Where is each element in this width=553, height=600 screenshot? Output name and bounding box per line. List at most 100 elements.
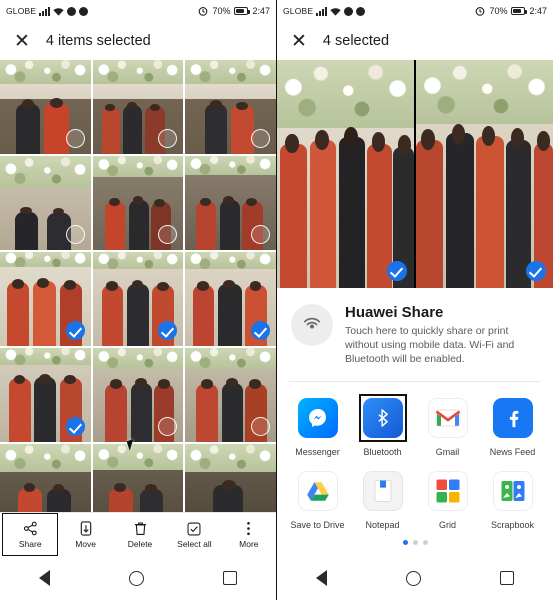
toolbar-more-button[interactable]: More <box>222 513 276 556</box>
close-icon[interactable]: ✕ <box>14 32 30 51</box>
preview-photo-1[interactable] <box>277 60 414 288</box>
share-target-bluetooth[interactable]: Bluetooth <box>350 393 415 457</box>
toolbar-share-button[interactable]: Share <box>2 513 59 556</box>
photo-thumbnail[interactable] <box>185 252 276 346</box>
wifi-icon <box>330 7 341 16</box>
pagination-dot[interactable] <box>402 539 408 545</box>
google-drive-icon <box>297 470 338 511</box>
share-target-label: News Feed <box>489 446 536 457</box>
share-target-messenger[interactable]: Messenger <box>285 394 350 457</box>
share-target-news-feed[interactable]: News Feed <box>480 394 545 457</box>
more-vertical-icon <box>246 521 251 537</box>
android-nav-bar-left[interactable] <box>0 556 276 600</box>
photo-thumbnail[interactable] <box>185 348 276 442</box>
selection-action-bar-right: ✕ 4 selected <box>277 22 553 60</box>
share-target-save-to-drive[interactable]: Save to Drive <box>285 467 350 530</box>
messenger-icon <box>297 397 338 438</box>
selection-checkbox[interactable] <box>250 225 270 244</box>
sync-icon <box>67 6 77 16</box>
back-icon[interactable] <box>39 570 51 586</box>
left-screen: GLOBE 70% 2:47 ✕ 4 items selected Share … <box>0 0 276 600</box>
toolbar-move-button[interactable]: Move <box>58 513 112 556</box>
carrier-label: GLOBE <box>6 6 37 16</box>
pagination-dot[interactable] <box>422 539 428 545</box>
toolbar-more-label: More <box>239 538 259 549</box>
photo-thumbnail[interactable] <box>185 156 276 250</box>
toolbar-share-label: Share <box>18 538 42 549</box>
share-target-scrapbook[interactable]: Scrapbook <box>480 467 545 530</box>
toolbar-delete-label: Delete <box>127 538 153 549</box>
share-sheet: Huawei Share Touch here to quickly share… <box>277 288 553 600</box>
notepad-icon <box>362 470 403 511</box>
right-screen: GLOBE 70% 2:47 ✕ 4 selected Huawei Share… <box>276 0 553 600</box>
phone-screenshot-pair: GLOBE 70% 2:47 ✕ 4 items selected Share … <box>0 0 553 600</box>
gmail-icon <box>427 397 468 438</box>
close-icon[interactable]: ✕ <box>291 32 307 51</box>
move-icon <box>80 521 92 537</box>
battery-percent-label: 70% <box>212 6 231 16</box>
photo-thumbnail[interactable] <box>92 348 184 442</box>
select-all-icon <box>187 521 201 537</box>
selection-checkbox[interactable] <box>250 129 270 148</box>
share-target-notepad[interactable]: Notepad <box>350 467 415 530</box>
pagination-dot[interactable] <box>412 539 418 545</box>
android-nav-bar-right[interactable] <box>277 556 553 600</box>
selection-count-title: 4 selected <box>322 33 390 49</box>
bluetooth-icon <box>362 397 403 438</box>
huawei-share-title: Huawei Share <box>345 304 444 321</box>
share-target-gmail[interactable]: Gmail <box>415 394 480 457</box>
selection-checkbox[interactable] <box>65 321 85 340</box>
preview-photo-2[interactable] <box>416 60 553 288</box>
share-icon <box>23 521 38 537</box>
status-bar-left: GLOBE 70% 2:47 <box>0 0 276 22</box>
photo-thumbnail[interactable] <box>185 60 276 154</box>
photo-image <box>416 60 553 288</box>
sync-icon <box>344 6 354 16</box>
share-target-label: Scrapbook <box>490 519 535 530</box>
selection-checkbox[interactable] <box>65 417 85 436</box>
photo-thumbnail[interactable] <box>0 60 91 154</box>
wifi-icon <box>53 7 64 16</box>
alarm-icon <box>476 7 485 16</box>
huawei-share-description: Touch here to quickly share or print wit… <box>345 325 515 366</box>
selected-photos-preview[interactable] <box>277 60 553 288</box>
selection-checkbox[interactable] <box>65 225 85 244</box>
recents-icon[interactable] <box>222 571 237 585</box>
facebook-icon <box>492 397 533 438</box>
share-target-label: Bluetooth <box>363 446 402 457</box>
signal-bars-icon <box>316 6 328 16</box>
photo-thumbnail[interactable] <box>0 252 91 346</box>
back-icon[interactable] <box>316 570 328 586</box>
app-icon <box>79 6 89 16</box>
photo-thumbnail[interactable] <box>92 252 184 346</box>
status-bar-right: GLOBE 70% 2:47 <box>277 0 553 22</box>
selection-count-title: 4 items selected <box>45 33 151 49</box>
share-sheet-pagination <box>277 539 553 545</box>
selection-toolbar[interactable]: Share Move Delete Select all More <box>0 512 276 556</box>
recents-icon[interactable] <box>499 571 514 585</box>
photo-grid[interactable] <box>0 60 276 538</box>
share-target-grid[interactable]: Grid <box>415 467 480 530</box>
clock-label: 2:47 <box>529 6 547 16</box>
toolbar-select-all-label: Select all <box>177 538 212 549</box>
toolbar-move-label: Move <box>75 538 96 549</box>
photo-thumbnail[interactable] <box>92 60 184 154</box>
grid-icon <box>427 470 468 511</box>
signal-bars-icon <box>39 6 51 16</box>
selection-checkbox[interactable] <box>250 417 270 436</box>
selection-checkbox[interactable] <box>387 261 407 281</box>
photo-thumbnail[interactable] <box>92 156 184 250</box>
selection-checkbox[interactable] <box>65 129 85 148</box>
selection-checkbox[interactable] <box>526 261 546 281</box>
toolbar-delete-button[interactable]: Delete <box>113 513 167 556</box>
photo-thumbnail[interactable] <box>0 348 91 442</box>
photo-thumbnail[interactable] <box>0 156 91 250</box>
share-app-grid[interactable]: Messenger Bluetooth Gmail News Feed Save… <box>277 382 553 534</box>
selection-checkbox[interactable] <box>250 321 270 340</box>
home-icon[interactable] <box>405 570 421 586</box>
share-target-label: Gmail <box>435 446 460 457</box>
huawei-share-row[interactable]: Huawei Share Touch here to quickly share… <box>277 288 553 377</box>
toolbar-select-all-button[interactable]: Select all <box>167 513 221 556</box>
battery-icon <box>234 7 251 15</box>
home-icon[interactable] <box>128 570 144 586</box>
